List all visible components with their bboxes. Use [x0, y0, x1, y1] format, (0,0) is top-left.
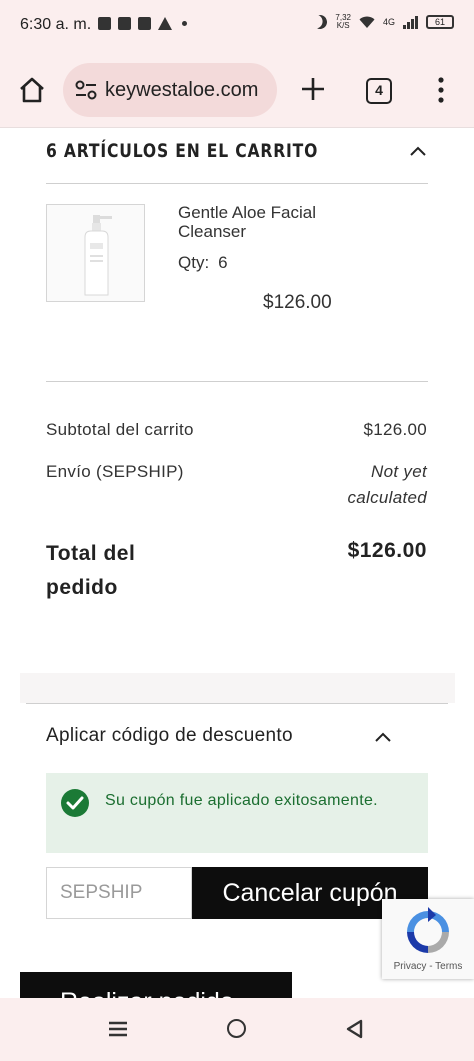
recent-apps-icon[interactable] — [109, 1021, 127, 1037]
discount-code-heading[interactable]: Aplicar código de descuento — [46, 725, 293, 747]
do-not-disturb-icon — [311, 13, 329, 31]
tab-switcher-button[interactable]: 4 — [366, 78, 392, 104]
signal-icon — [403, 15, 418, 29]
new-tab-icon[interactable] — [300, 76, 326, 102]
order-total-label: Total del pedido — [46, 542, 136, 599]
divider — [26, 703, 448, 704]
divider — [46, 183, 428, 184]
more-menu-icon[interactable] — [438, 77, 444, 103]
order-total-value: $126.00 — [347, 539, 427, 562]
subtotal-value: $126.00 — [363, 420, 427, 439]
system-navigation-bar — [0, 998, 474, 1061]
browser-toolbar: keywestaloe.com 4 — [0, 52, 474, 128]
product-name[interactable]: Gentle Aloe Facial Cleanser — [178, 203, 368, 241]
calendar-icon — [98, 17, 111, 30]
home-icon[interactable] — [18, 76, 46, 104]
subtotal-label: Subtotal del carrito — [46, 420, 194, 439]
coupon-code-input[interactable]: SEPSHIP — [46, 867, 192, 919]
network-type: 4G — [382, 17, 395, 27]
back-icon[interactable] — [345, 1019, 363, 1039]
site-settings-icon[interactable] — [75, 80, 97, 100]
recaptcha-icon — [407, 907, 449, 953]
shipping-label: Envío (SEPSHIP) — [46, 462, 184, 481]
app-notification-icon — [118, 17, 131, 30]
recaptcha-links[interactable]: Privacy - Terms — [382, 961, 474, 972]
battery-icon: 61 — [426, 15, 454, 29]
system-icons: 7,32 K/S 4G 61 — [313, 14, 454, 30]
url-text: keywestaloe.com — [105, 79, 259, 101]
dice-icon — [138, 17, 151, 30]
status-time: 6:30 a. m. — [20, 16, 92, 33]
place-order-label: Realizar pedido — [20, 972, 292, 1000]
check-circle-icon — [61, 789, 89, 817]
coupon-success-message: Su cupón fue aplicado exitosamente. — [46, 773, 428, 853]
warning-icon — [158, 17, 172, 30]
qty-value: 6 — [218, 253, 228, 272]
address-bar[interactable]: keywestaloe.com — [63, 63, 277, 117]
shipping-value: Not yet calculated — [347, 462, 427, 507]
divider — [46, 381, 428, 382]
chevron-up-icon[interactable] — [375, 732, 391, 742]
cleanser-bottle-icon — [84, 215, 112, 296]
cart-heading[interactable]: 6 ARTÍCULOS EN EL CARRITO — [46, 140, 318, 162]
success-text: Su cupón fue aplicado exitosamente. — [105, 792, 378, 809]
product-price: $126.00 — [263, 292, 332, 313]
place-order-button[interactable]: Realizar pedido — [20, 972, 292, 1000]
product-image[interactable] — [46, 204, 145, 302]
recaptcha-badge[interactable]: Privacy - Terms — [382, 899, 474, 979]
qty-label: Qty: — [178, 253, 210, 272]
wifi-icon — [359, 16, 375, 28]
chevron-up-icon[interactable] — [410, 146, 426, 156]
more-notifications-icon — [182, 21, 187, 26]
status-bar: 6:30 a. m. 7,32 K/S 4G 61 — [0, 0, 474, 52]
notification-icons — [98, 17, 187, 30]
home-button-icon[interactable] — [227, 1019, 246, 1038]
network-speed: 7,32 K/S — [335, 13, 351, 30]
product-qty: Qty: 6 — [178, 253, 228, 273]
section-separator — [20, 673, 455, 703]
